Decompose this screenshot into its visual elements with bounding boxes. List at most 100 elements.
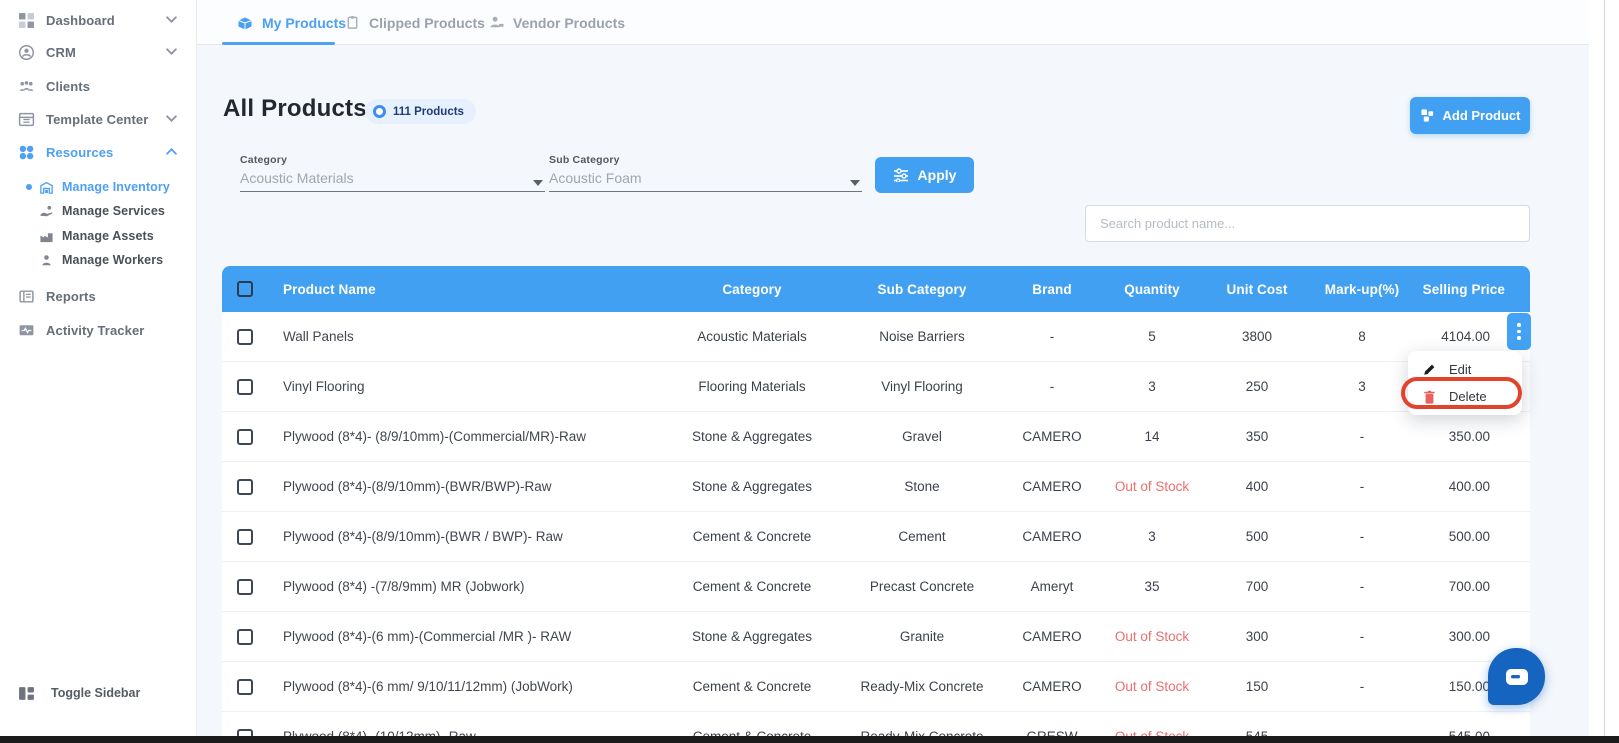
sidebar-item-label: Activity Tracker bbox=[46, 323, 144, 338]
page-title: All Products bbox=[223, 95, 367, 123]
cell-markup: - bbox=[1307, 479, 1417, 494]
row-checkbox[interactable] bbox=[237, 379, 253, 395]
sidebar-item-label: Dashboard bbox=[46, 13, 115, 28]
sidebar-item-label: Reports bbox=[46, 289, 96, 304]
count-ring-icon bbox=[373, 105, 386, 118]
cell-category: Acoustic Materials bbox=[667, 329, 837, 344]
col-quantity: Quantity bbox=[1097, 282, 1207, 297]
row-actions-button[interactable] bbox=[1507, 313, 1531, 350]
sidebar-item-label: Clients bbox=[46, 79, 90, 94]
cell-sub-category: Cement bbox=[837, 529, 1007, 544]
subcategory-select[interactable]: Acoustic Foam bbox=[549, 166, 862, 192]
cell-product-name: Plywood (8*4)-(6 mm/ 9/10/11/12mm) (JobW… bbox=[267, 679, 667, 694]
sidebar-item-template-center[interactable]: Template Center bbox=[0, 105, 197, 133]
delete-label: Delete bbox=[1449, 389, 1487, 404]
sidebar-item-clients[interactable]: Clients bbox=[0, 72, 197, 100]
cell-product-name: Plywood (8*4) -(7/8/9mm) MR (Jobwork) bbox=[267, 579, 667, 594]
tab-clipped-products[interactable]: Clipped Products bbox=[345, 0, 485, 45]
cell-product-name: Plywood (8*4)- (8/9/10mm)-(Commercial/MR… bbox=[267, 429, 667, 444]
manage-inventory-icon bbox=[39, 180, 54, 195]
sidebar-item-manage-workers[interactable]: Manage Workers bbox=[0, 246, 197, 274]
cell-selling-price: 350.00 bbox=[1417, 429, 1530, 444]
add-product-button[interactable]: Add Product bbox=[1410, 97, 1530, 134]
manage-assets-icon bbox=[39, 229, 54, 244]
cell-unit-cost: 700 bbox=[1207, 579, 1307, 594]
dropdown-arrow-icon bbox=[533, 180, 543, 186]
tab-label: My Products bbox=[262, 15, 346, 31]
cell-sub-category: Noise Barriers bbox=[837, 329, 1007, 344]
cell-unit-cost: 3800 bbox=[1207, 329, 1307, 344]
row-context-menu: Edit Delete bbox=[1408, 351, 1522, 415]
chevron-down-icon bbox=[166, 115, 177, 122]
col-category: Category bbox=[667, 282, 837, 297]
cell-brand: - bbox=[1007, 329, 1097, 344]
cell-markup: 3 bbox=[1307, 379, 1417, 394]
cell-brand: - bbox=[1007, 379, 1097, 394]
cell-quantity: 3 bbox=[1097, 529, 1207, 544]
row-checkbox[interactable] bbox=[237, 329, 253, 345]
cell-markup: 8 bbox=[1307, 329, 1417, 344]
crm-icon bbox=[18, 44, 35, 61]
toggle-sidebar-label: Toggle Sidebar bbox=[51, 686, 140, 700]
toggle-sidebar-button[interactable]: Toggle Sidebar bbox=[0, 679, 197, 707]
table-row: Plywood (8*4)-(6 mm)-(Commercial /MR )- … bbox=[222, 612, 1530, 662]
cell-brand: CAMERO bbox=[1007, 529, 1097, 544]
category-select[interactable]: Acoustic Materials bbox=[240, 166, 545, 192]
col-markup: Mark-up(%) bbox=[1307, 282, 1417, 297]
row-checkbox[interactable] bbox=[237, 579, 253, 595]
vendor-products-icon bbox=[489, 15, 504, 30]
scrollbar-track[interactable] bbox=[1589, 0, 1619, 743]
cell-markup: - bbox=[1307, 529, 1417, 544]
main-area: My Products Clipped Products Vendor Prod… bbox=[197, 0, 1619, 743]
sidebar-item-dashboard[interactable]: Dashboard bbox=[0, 6, 197, 34]
row-checkbox[interactable] bbox=[237, 629, 253, 645]
tab-my-products[interactable]: My Products bbox=[237, 0, 346, 45]
apply-label: Apply bbox=[918, 167, 957, 183]
chevron-down-icon bbox=[166, 48, 177, 55]
sidebar-item-activity-tracker[interactable]: Activity Tracker bbox=[0, 316, 197, 344]
cell-sub-category: Stone bbox=[837, 479, 1007, 494]
tab-label: Vendor Products bbox=[513, 15, 625, 31]
subcategory-filter-label: Sub Category bbox=[549, 154, 620, 166]
table-row: Plywood (8*4)- (8/9/10mm)-(Commercial/MR… bbox=[222, 412, 1530, 462]
sidebar-item-label: Manage Services bbox=[62, 204, 165, 218]
context-menu-edit[interactable]: Edit bbox=[1408, 356, 1522, 383]
tab-vendor-products[interactable]: Vendor Products bbox=[489, 0, 625, 45]
col-product-name: Product Name bbox=[267, 282, 667, 297]
tab-bar: My Products Clipped Products Vendor Prod… bbox=[197, 0, 1619, 45]
apply-button[interactable]: Apply bbox=[875, 157, 974, 193]
my-products-icon bbox=[237, 15, 253, 31]
sidebar-item-resources[interactable]: Resources bbox=[0, 138, 197, 166]
cell-unit-cost: 400 bbox=[1207, 479, 1307, 494]
cell-quantity: 14 bbox=[1097, 429, 1207, 444]
col-unit-cost: Unit Cost bbox=[1207, 282, 1307, 297]
select-all-checkbox[interactable] bbox=[237, 281, 253, 297]
cell-markup: - bbox=[1307, 429, 1417, 444]
row-checkbox[interactable] bbox=[237, 429, 253, 445]
search-input[interactable] bbox=[1085, 205, 1530, 242]
count-badge-label: 111 Products bbox=[393, 106, 464, 118]
sidebar-item-crm[interactable]: CRM bbox=[0, 38, 197, 66]
cell-brand: Ameryt bbox=[1007, 579, 1097, 594]
sidebar-item-manage-services[interactable]: Manage Services bbox=[0, 197, 197, 225]
sidebar-item-reports[interactable]: Reports bbox=[0, 282, 197, 310]
cell-category: Stone & Aggregates bbox=[667, 629, 837, 644]
chat-bubble-icon bbox=[1505, 668, 1529, 686]
table-row: Plywood (8*4) -(7/8/9mm) MR (Jobwork) Ce… bbox=[222, 562, 1530, 612]
cell-markup: - bbox=[1307, 629, 1417, 644]
sliders-icon bbox=[893, 168, 909, 182]
row-checkbox[interactable] bbox=[237, 679, 253, 695]
row-checkbox[interactable] bbox=[237, 479, 253, 495]
active-bullet bbox=[26, 184, 32, 190]
cell-category: Cement & Concrete bbox=[667, 529, 837, 544]
resources-icon bbox=[18, 144, 35, 161]
sidebar-item-label: Manage Inventory bbox=[62, 180, 170, 194]
row-checkbox[interactable] bbox=[237, 529, 253, 545]
chat-widget-button[interactable] bbox=[1488, 648, 1545, 705]
sidebar-item-label: Manage Assets bbox=[62, 229, 154, 243]
cell-brand: CAMERO bbox=[1007, 629, 1097, 644]
cell-brand: CAMERO bbox=[1007, 479, 1097, 494]
context-menu-delete[interactable]: Delete bbox=[1408, 383, 1522, 410]
cell-brand: CAMERO bbox=[1007, 429, 1097, 444]
tab-label: Clipped Products bbox=[369, 15, 485, 31]
